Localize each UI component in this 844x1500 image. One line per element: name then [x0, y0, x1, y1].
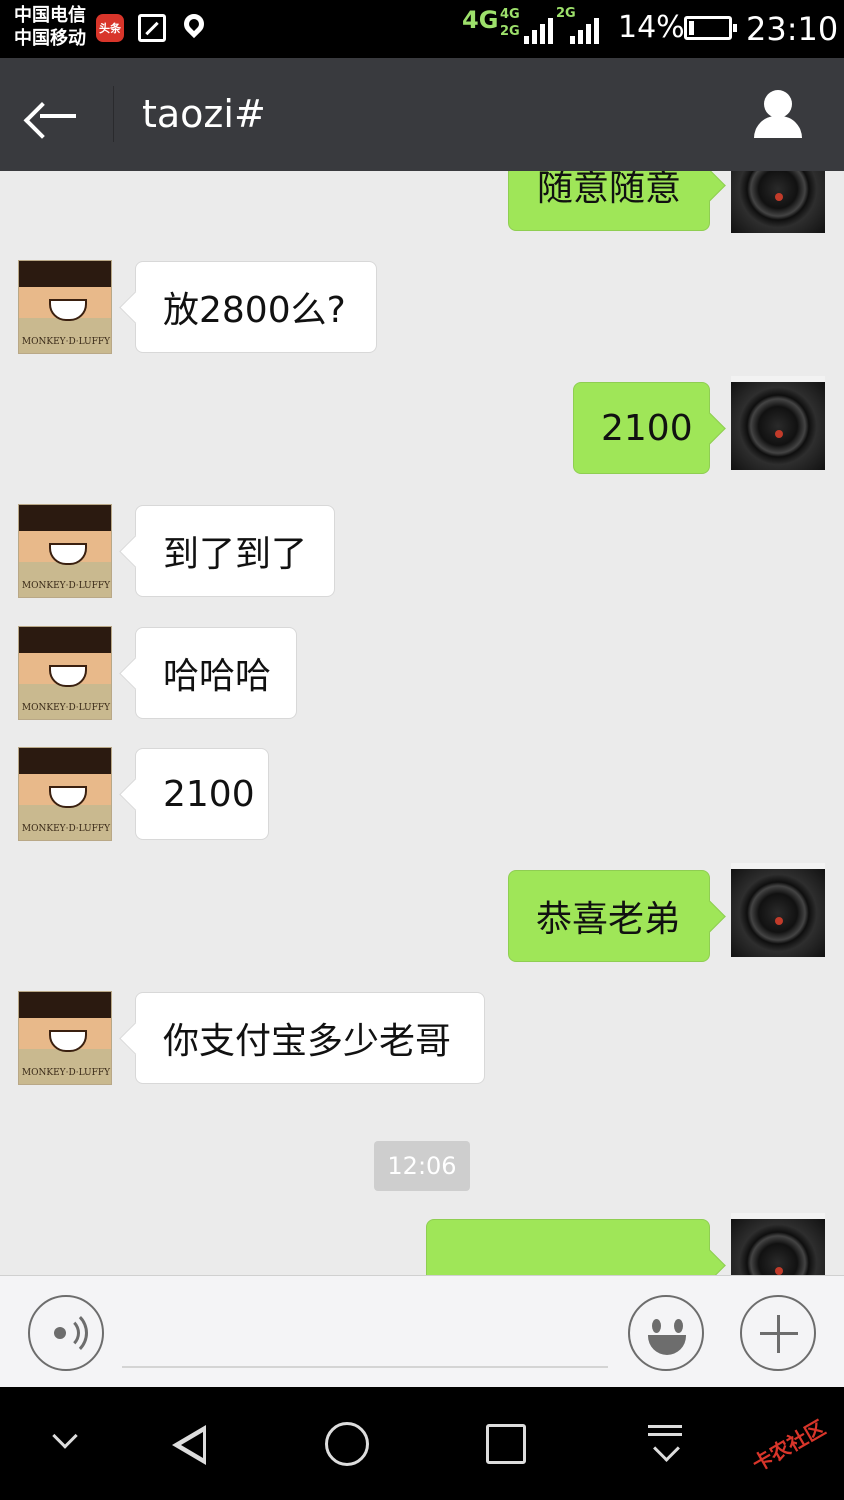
message-bubble-outgoing[interactable]: 18981087900 — [426, 1219, 710, 1275]
my-avatar[interactable] — [731, 171, 825, 233]
voice-icon[interactable] — [28, 1295, 104, 1371]
friend-avatar[interactable] — [18, 260, 113, 354]
arrow-left-icon[interactable] — [30, 88, 86, 144]
message-bubble-outgoing[interactable]: 2100 — [573, 382, 710, 474]
message-text: 哈哈哈 — [163, 656, 272, 697]
chat-header: taozi# — [0, 58, 844, 171]
smiley-icon[interactable] — [628, 1295, 704, 1371]
status-bar: 中国电信 中国移动 头条 4G 4G 2G 2G 14% 23:10 — [0, 0, 844, 58]
network-4g-label: 4G — [462, 6, 499, 34]
message-bubble-outgoing[interactable]: 随意随意 — [508, 171, 710, 231]
battery-percent: 14% — [618, 10, 685, 45]
notification-pull-icon[interactable] — [648, 1425, 684, 1465]
header-divider — [113, 86, 114, 142]
status-time: 23:10 — [746, 10, 839, 48]
home-circle-icon[interactable] — [325, 1422, 369, 1466]
carrier-1: 中国电信 — [14, 5, 86, 26]
carrier-names: 中国电信 中国移动 — [14, 4, 86, 50]
my-avatar[interactable] — [731, 863, 825, 957]
friend-avatar[interactable] — [18, 991, 113, 1085]
recent-apps-icon[interactable] — [486, 1424, 526, 1464]
message-text: 随意随意 — [536, 171, 681, 209]
message-input[interactable] — [122, 1296, 608, 1368]
message-text: 恭喜老弟 — [536, 899, 681, 940]
signal-icon — [524, 12, 553, 44]
battery-icon — [684, 16, 737, 40]
network-2g-small: 2G — [500, 24, 520, 39]
message-text: 2100 — [601, 407, 693, 449]
image-icon — [138, 14, 166, 42]
message-bubble-incoming[interactable]: 你支付宝多少老哥 — [135, 992, 485, 1084]
toutiao-app-icon: 头条 — [96, 14, 124, 42]
message-list[interactable]: 随意随意 放2800么? 2100 到了到了 哈哈哈 2100 恭喜老弟 你支付… — [0, 171, 844, 1275]
friend-avatar[interactable] — [18, 747, 113, 841]
message-timestamp: 12:06 — [374, 1141, 470, 1191]
back-triangle-icon[interactable] — [172, 1425, 206, 1465]
message-text: 到了到了 — [163, 534, 308, 575]
plus-icon[interactable] — [740, 1295, 816, 1371]
friend-avatar[interactable] — [18, 626, 113, 720]
system-nav-bar — [0, 1387, 844, 1500]
message-bubble-incoming[interactable]: 放2800么? — [135, 261, 377, 353]
message-text: 放2800么? — [163, 290, 346, 331]
location-icon — [179, 9, 209, 39]
message-text: 2100 — [163, 773, 255, 815]
network-small-label: 4G 2G — [500, 6, 520, 40]
my-avatar[interactable] — [731, 376, 825, 470]
chevron-down-icon[interactable] — [52, 1423, 78, 1449]
my-avatar[interactable] — [731, 1213, 825, 1275]
signal-icon-2 — [570, 12, 599, 44]
chat-title: taozi# — [142, 92, 266, 136]
message-text: 你支付宝多少老哥 — [163, 1021, 452, 1062]
message-bubble-incoming[interactable]: 2100 — [135, 748, 269, 840]
carrier-2: 中国移动 — [14, 28, 86, 49]
friend-avatar[interactable] — [18, 504, 113, 598]
input-bar — [0, 1275, 844, 1387]
person-icon[interactable] — [748, 86, 808, 142]
network-4g-small: 4G — [500, 7, 520, 22]
message-bubble-outgoing[interactable]: 恭喜老弟 — [508, 870, 710, 962]
message-bubble-incoming[interactable]: 到了到了 — [135, 505, 335, 597]
message-bubble-incoming[interactable]: 哈哈哈 — [135, 627, 297, 719]
